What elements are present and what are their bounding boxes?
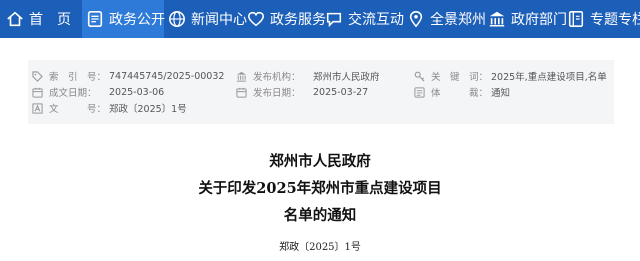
nav-item-label: 交流互动 (348, 12, 404, 28)
nav-item-panorama[interactable]: 全景郑州 (407, 0, 486, 38)
meta-docno-label: 文 号： (49, 104, 107, 115)
meta-keywords-value: 2025年,重点建设项目,名单 (491, 72, 607, 83)
nav-item-label: 首 页 (29, 12, 71, 28)
genre-icon (414, 86, 425, 98)
nav-item-label: 政府部门 (511, 12, 567, 28)
meta-created-label: 成文日期： (49, 88, 97, 99)
nav-item-services[interactable]: 政务服务 (247, 0, 326, 38)
tag-icon (32, 70, 43, 82)
document-title-line-3: 名单的通知 (283, 207, 357, 224)
nav-item-special-topics[interactable]: 专题专栏 (567, 0, 640, 38)
book-icon (568, 11, 584, 27)
nav-item-gov-affairs[interactable]: 政务公开 (82, 0, 165, 38)
nav-item-label: 新闻中心 (191, 12, 247, 28)
building-icon (489, 11, 505, 27)
building-icon (236, 71, 247, 82)
document-icon (87, 10, 103, 28)
meta-published-label: 发布日期： (253, 88, 301, 99)
heart-icon (248, 11, 264, 27)
nav-item-interaction[interactable]: 交流互动 (325, 0, 404, 38)
nav-item-label: 专题专栏 (590, 12, 640, 28)
meta-index-value: 747445745/2025-00032 (109, 70, 225, 82)
chat-icon (326, 12, 342, 28)
meta-docno: 文 号： 郑政〔2025〕1号 (32, 99, 187, 117)
document-metadata-panel: 索 引 号： 747445745/2025-00032 发布机构： 郑州市人民政… (28, 60, 614, 124)
meta-published-value: 2025-03-27 (313, 86, 369, 98)
nav-item-label: 政务公开 (109, 12, 165, 28)
meta-created-value: 2025-03-06 (109, 86, 165, 98)
meta-issuer-label: 发布机构： (253, 72, 301, 83)
meta-genre-value: 通知 (491, 88, 511, 99)
key-icon (414, 71, 425, 81)
document-title-line-1: 郑州市人民政府 (269, 153, 371, 170)
text-icon (32, 102, 43, 114)
nav-item-label: 全景郑州 (430, 12, 486, 28)
nav-item-departments[interactable]: 政府部门 (488, 0, 567, 38)
nav-item-home[interactable]: 首 页 (6, 0, 76, 38)
calendar-icon (236, 87, 247, 98)
document-number: 郑政〔2025〕1号 (279, 242, 361, 253)
meta-keywords-label: 关 键 词： (431, 72, 489, 83)
nav-item-label: 政务服务 (270, 12, 326, 28)
calendar-icon (32, 87, 43, 98)
meta-issuer-value: 郑州市人民政府 (313, 72, 380, 83)
nav-item-news[interactable]: 新闻中心 (168, 0, 247, 38)
top-navigation-bar: 首 页 政务公开 新闻中心 政务服务 交流互动 全景郑州 政府部门 专题专栏 (0, 0, 640, 38)
location-icon (409, 11, 423, 28)
meta-genre-label: 体 裁： (431, 88, 489, 99)
meta-index-label: 索 引 号： (49, 72, 107, 83)
globe-icon (169, 11, 185, 27)
home-icon (7, 11, 23, 27)
document-title-line-2: 关于印发2025年郑州市重点建设项目 (198, 180, 442, 197)
meta-docno-value: 郑政〔2025〕1号 (109, 104, 187, 115)
